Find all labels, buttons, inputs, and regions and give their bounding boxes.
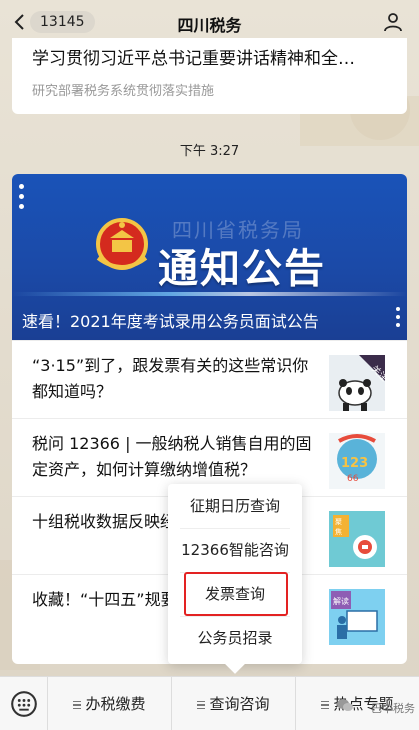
keyboard-icon	[11, 691, 37, 717]
focus-thumbnail-icon: 聚 焦	[329, 511, 385, 567]
panda-thumbnail-icon: 关注	[329, 355, 385, 411]
back-chevron-icon[interactable]	[10, 12, 30, 32]
hotline-12366-thumbnail-icon: 123 66	[329, 433, 385, 489]
menu-list-icon	[73, 700, 82, 709]
tax-emblem-icon	[96, 218, 148, 270]
interpretation-thumbnail-icon: 解读	[329, 589, 385, 645]
page-title: 四川税务	[177, 16, 242, 35]
previous-message-title: 学习贯彻习近平总书记重要讲话精神和全…	[32, 49, 355, 69]
keyboard-toggle-button[interactable]	[0, 677, 48, 730]
bottom-menu-bar: 办税缴费 查询咨询 热点专题	[0, 676, 419, 730]
menu-list-icon	[321, 700, 330, 709]
previous-message-card[interactable]: 学习贯彻习近平总书记重要讲话精神和全… 研究部署税务系统贯彻落实措施	[12, 38, 407, 114]
banner-light-streak	[12, 292, 407, 296]
svg-text:焦: 焦	[335, 527, 342, 536]
menu-tab-label: 查询咨询	[209, 695, 270, 713]
svg-text:解读: 解读	[333, 596, 349, 606]
article-list-item[interactable]: “3·15”到了，跟发票有关的这些常识你都知道吗？ 关注	[12, 340, 407, 418]
banner-caption: 速看！2021年度考试录用公务员面试公告	[22, 312, 319, 331]
previous-message-subtitle: 研究部署税务系统贯彻落实措施	[32, 84, 215, 99]
message-timestamp: 下午 3:27	[179, 144, 240, 159]
menu-list-icon	[197, 700, 206, 709]
popup-item-tax-calendar[interactable]: 征期日历查询	[168, 484, 302, 528]
featured-article-banner[interactable]: 四川省税务局 通知公告 速看！2021年度考试录用公务员面试公告	[12, 174, 407, 340]
banner-dots-icon	[19, 184, 25, 214]
svg-text:聚: 聚	[335, 518, 342, 526]
unread-count-badge[interactable]: 13145	[30, 11, 95, 33]
popup-item-smart-consult[interactable]: 12366智能咨询	[168, 528, 302, 572]
query-consult-popup-menu: 征期日历查询 12366智能咨询 发票查询 公务员招录	[168, 484, 302, 674]
menu-tab-tax-payment[interactable]: 办税缴费	[48, 677, 172, 730]
watermark-text: 巴中税务	[371, 702, 415, 715]
svg-text:123: 123	[341, 456, 368, 471]
wechat-icon	[337, 699, 353, 711]
svg-text:66: 66	[347, 474, 359, 484]
profile-icon[interactable]	[383, 12, 403, 32]
article-title: “3·15”到了，跟发票有关的这些常识你都知道吗？	[32, 356, 309, 401]
highlight-box	[184, 572, 288, 616]
article-title: 税问 12366 | 一般纳税人销售自用的固定资产，如何计算缴纳增值税？	[32, 434, 312, 479]
banner-notice-text: 通知公告	[158, 246, 326, 292]
more-dots-icon[interactable]	[395, 307, 401, 331]
menu-tab-query-consult[interactable]: 查询咨询	[172, 677, 296, 730]
menu-tab-label: 办税缴费	[85, 695, 146, 713]
